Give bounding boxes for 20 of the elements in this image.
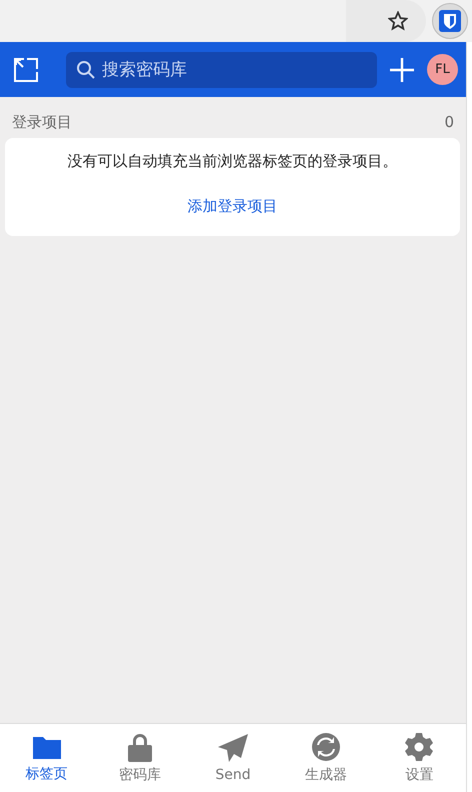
extension-button[interactable] [432,3,468,39]
nav-tab[interactable]: Send [186,724,280,792]
item-count: 0 [444,113,454,132]
empty-message: 没有可以自动填充当前浏览器标签页的登录项目。 [68,152,398,171]
lock-icon [126,732,153,762]
bookmark-star-icon[interactable] [388,11,408,31]
shield-icon [439,10,461,32]
add-login-link[interactable]: 添加登录项目 [188,197,278,216]
avatar[interactable]: FL [427,54,458,85]
section-title: 登录项目 [12,113,72,132]
settings-icon [404,732,434,762]
nav-tab[interactable]: 生成器 [280,724,373,792]
address-bar[interactable] [346,0,426,42]
search-icon [76,60,96,80]
nav-tab[interactable]: 密码库 [93,724,186,792]
nav-tab[interactable]: 标签页 [0,724,94,792]
search-field[interactable]: 搜索密码库 [66,52,377,88]
nav-tab[interactable]: 设置 [372,724,466,792]
paper-plane-icon [217,733,249,763]
refresh-icon [311,732,342,762]
